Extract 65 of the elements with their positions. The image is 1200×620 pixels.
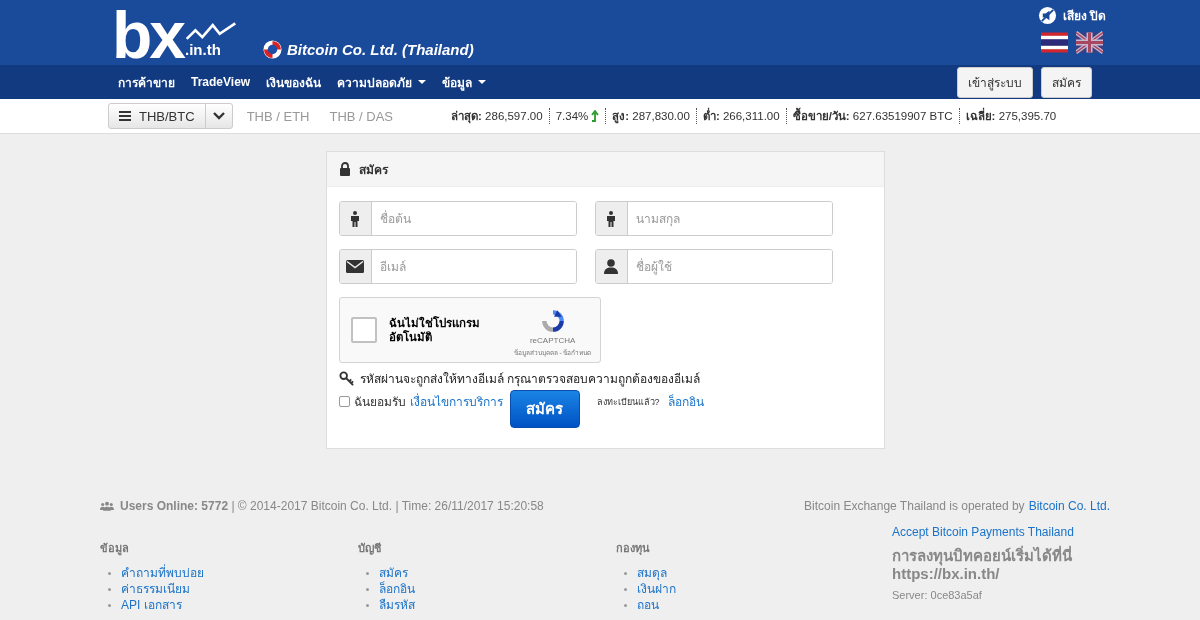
person-icon: [606, 210, 616, 227]
pair-select[interactable]: THB/BTC: [108, 103, 233, 129]
chevron-down-icon: [212, 112, 225, 120]
nav-link[interactable]: ความปลอดภัย: [337, 72, 427, 92]
footer-link[interactable]: ถอน: [637, 597, 659, 613]
footer-link[interactable]: API เอกสาร: [121, 597, 182, 613]
nav-link[interactable]: การค้าขาย: [118, 72, 175, 92]
lock-icon: [338, 162, 351, 176]
pair-tab[interactable]: THB / ETH: [246, 108, 310, 124]
registered-label: ลงทะเบียนแล้ว?: [596, 395, 660, 409]
logo[interactable]: bx.in.th: [100, 5, 238, 65]
accept-link[interactable]: Accept Bitcoin Payments Thailand: [892, 525, 1082, 539]
user-icon: [604, 259, 618, 274]
footer-link[interactable]: ค่าธรรมเนียม: [121, 581, 190, 597]
input-field[interactable]: ชื่อผู้ใช้: [594, 249, 833, 284]
submit-button[interactable]: สมัคร: [509, 390, 580, 428]
input-field[interactable]: นามสกุล: [594, 201, 833, 236]
envelope-icon: [346, 260, 364, 273]
footer-link[interactable]: ล็อกอิน: [379, 581, 415, 597]
column-title: ข้อมูล: [100, 541, 130, 557]
recaptcha-logo-icon: [539, 308, 566, 334]
footer-link[interactable]: สมัคร: [379, 565, 408, 581]
nav-link[interactable]: TradeView: [191, 72, 251, 92]
signup-button[interactable]: สมัคร: [1041, 66, 1092, 98]
footer-link[interactable]: สมดุล: [637, 565, 667, 581]
captcha-label: ฉันไม่ใช่โปรแกรม อัตโนมัติ: [388, 316, 480, 344]
server-id: Server: 0ce83a5af: [892, 589, 983, 601]
login-button[interactable]: เข้าสู่ระบบ: [957, 66, 1033, 98]
terms-link[interactable]: เงื่อนไขการบริการ: [409, 392, 503, 411]
nav-link[interactable]: ข้อมูล: [442, 72, 487, 92]
arrow-up-icon: [591, 110, 600, 122]
person-icon: [350, 210, 360, 227]
input-field[interactable]: ชื่อต้น: [338, 201, 577, 236]
footer-link[interactable]: คำถามที่พบบ่อย: [121, 565, 204, 581]
company-name: Bitcoin Co. Ltd. (Thailand): [287, 41, 474, 58]
price-change: 7.34%: [555, 110, 589, 122]
login-link[interactable]: ล็อกอิน: [667, 392, 704, 411]
captcha-checkbox[interactable]: [350, 317, 377, 343]
card-title: สมัคร: [358, 161, 388, 179]
chart-line-icon: [185, 21, 238, 43]
footer-link[interactable]: เงินฝาก: [637, 581, 676, 597]
key-icon: [338, 371, 354, 386]
footer-link[interactable]: ลืมรหัส: [379, 597, 415, 613]
ticker-stat: เฉลี่ย: 275,395.70: [965, 107, 1057, 125]
sound-toggle[interactable]: เสียง ปิด: [1037, 6, 1106, 25]
slogan: การลงทุนบิทคอยน์เริ่มได้ที่นี่ https://bx.in.th/: [892, 547, 1073, 583]
ticker-stat: สูง: 287,830.00: [612, 109, 690, 125]
captcha-brand: reCAPTCHA: [529, 336, 576, 345]
ticker-stat: ล่าสุด: 286,597.00: [451, 109, 543, 125]
ticker-stat: ซื้อขาย/วัน: 627.63519907 BTC: [792, 107, 953, 125]
menu-icon: [119, 111, 131, 121]
input-field[interactable]: อีเมล์: [338, 249, 577, 284]
status-text: Users Online: 5772 | © 2014-2017 Bitcoin Co. Ltd. | Time: 26/11/2017 15:20:58: [120, 499, 544, 513]
terms-checkbox[interactable]: [338, 396, 350, 407]
column-title: บัญชี: [358, 541, 382, 557]
operated-text: Bitcoin Exchange Thailand is operated by: [804, 499, 1025, 513]
pair-tab[interactable]: THB / DAS: [329, 108, 394, 124]
terms-label: ฉันยอมรับ: [353, 394, 406, 411]
users-icon: [100, 501, 114, 511]
ticker-stat: ต่ำ: 266,311.00: [702, 107, 780, 125]
password-notice: รหัสผ่านจะถูกส่งให้ทางอีเมล์ กรุณาตรวจสอบความถูกต้องของอีเมล์: [359, 371, 700, 388]
uk-flag-icon[interactable]: [1075, 29, 1103, 56]
nav-link[interactable]: เงินของฉัน: [266, 72, 322, 92]
operator-link[interactable]: Bitcoin Co. Ltd.: [1028, 499, 1110, 513]
column-title: กองทุน: [616, 541, 651, 557]
